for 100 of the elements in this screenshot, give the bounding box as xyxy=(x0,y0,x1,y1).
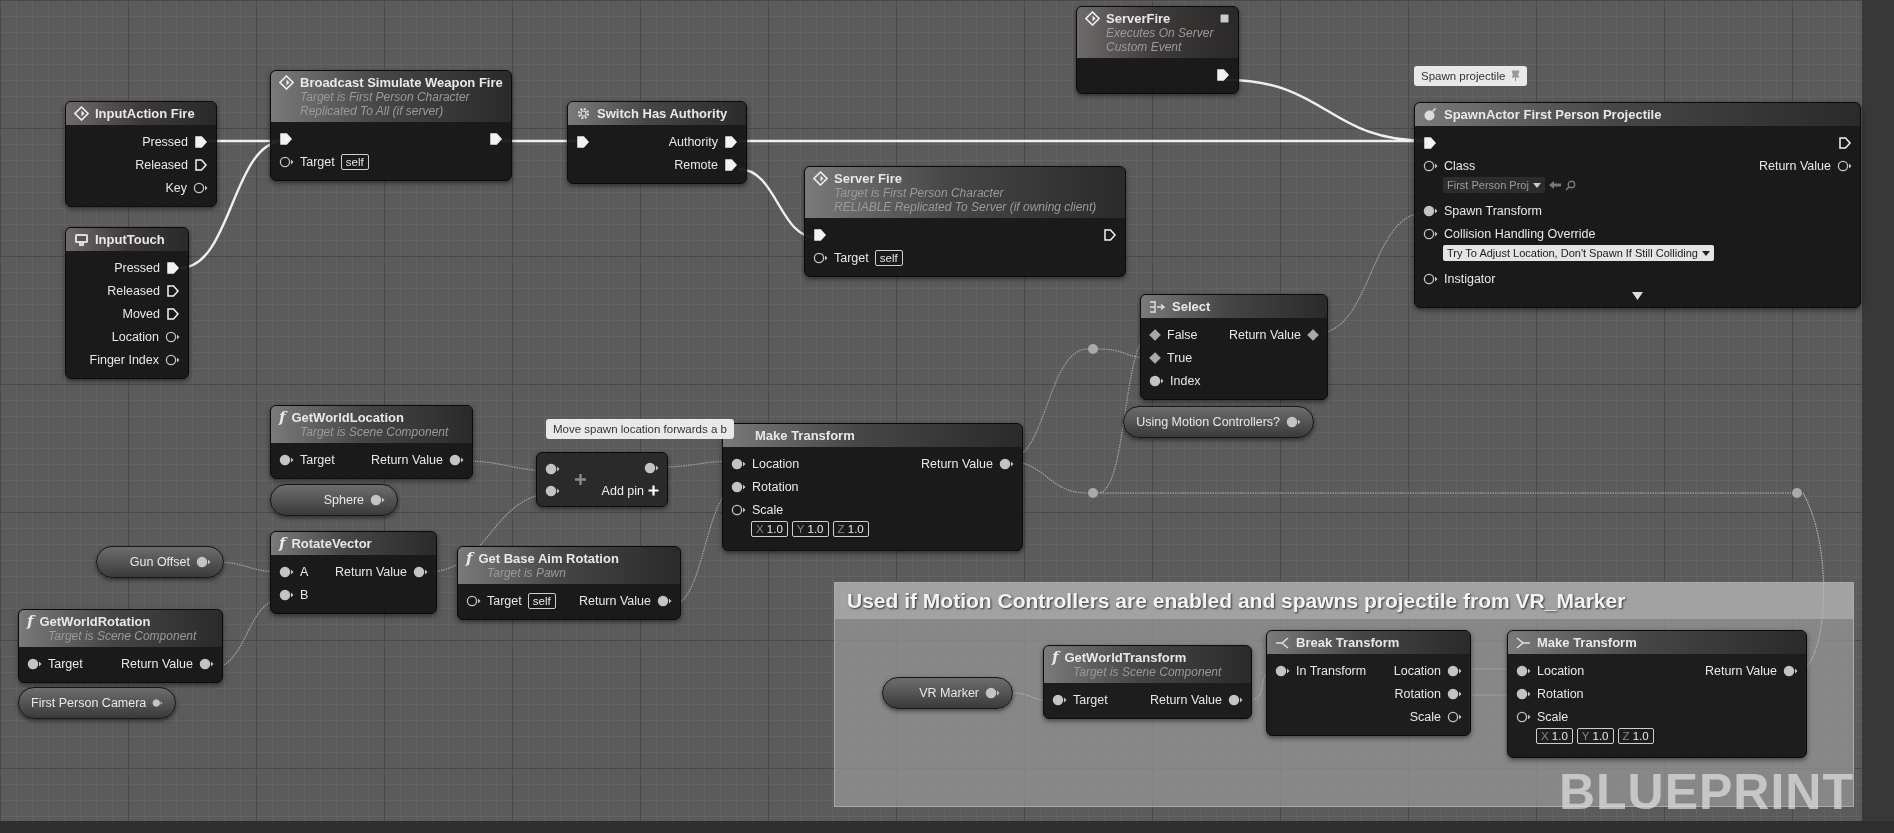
diamond-pin-icon[interactable] xyxy=(1149,351,1161,364)
reroute-knot[interactable] xyxy=(1792,488,1802,498)
variable-name: Sphere xyxy=(323,493,364,507)
data-pin-icon[interactable] xyxy=(731,503,746,516)
data-pin-icon[interactable] xyxy=(1286,416,1301,428)
data-pin-icon[interactable] xyxy=(1837,159,1852,172)
exec-pin-icon[interactable] xyxy=(1423,135,1437,150)
variable-name: Using Motion Controllers? xyxy=(1136,415,1280,429)
exec-pin-icon[interactable] xyxy=(724,157,738,172)
data-pin-icon[interactable] xyxy=(644,461,659,474)
data-pin-icon[interactable] xyxy=(196,556,211,568)
vector-component-field[interactable]: X 1.0 xyxy=(751,521,788,537)
data-pin-icon[interactable] xyxy=(1052,693,1067,706)
data-pin-icon[interactable] xyxy=(193,181,208,194)
exec-pin-icon[interactable] xyxy=(194,157,208,172)
exec-pin-icon[interactable] xyxy=(1216,67,1230,82)
pin-label: B xyxy=(300,587,309,602)
add-pin-button[interactable]: Add pin xyxy=(601,483,659,498)
data-pin-icon[interactable] xyxy=(1149,374,1164,387)
data-pin-icon[interactable] xyxy=(279,155,294,168)
default-value-field[interactable]: self xyxy=(340,153,369,170)
data-pin-icon[interactable] xyxy=(1447,687,1462,700)
data-pin-icon[interactable] xyxy=(1423,204,1438,217)
comment-title: Used if Motion Controllers are enabled and spawns projectile from VR_Marker xyxy=(835,583,1853,619)
caret-icon xyxy=(1532,182,1541,188)
arrow-left-icon[interactable] xyxy=(1548,180,1561,190)
diamond-icon xyxy=(813,171,828,186)
node-title: GetWorldLocation xyxy=(291,410,404,425)
data-pin-icon[interactable] xyxy=(152,697,163,709)
data-pin-icon[interactable] xyxy=(1423,272,1438,285)
exec-pin-icon[interactable] xyxy=(279,131,293,146)
class-dropdown[interactable]: First Person Proj xyxy=(1443,177,1545,193)
data-pin-icon[interactable] xyxy=(449,453,464,466)
node-subtitle: Target is Scene Component xyxy=(299,425,450,439)
data-pin-icon[interactable] xyxy=(1275,664,1290,677)
exec-pin-icon[interactable] xyxy=(576,134,590,149)
exec-pin-icon[interactable] xyxy=(166,283,180,298)
exec-pin-icon[interactable] xyxy=(194,134,208,149)
data-pin-icon[interactable] xyxy=(1423,227,1438,240)
exec-pin-icon[interactable] xyxy=(166,306,180,321)
data-pin-icon[interactable] xyxy=(657,594,672,607)
exec-pin-icon[interactable] xyxy=(813,227,827,242)
data-pin-icon[interactable] xyxy=(165,330,180,343)
vector-component-field[interactable]: Z 1.0 xyxy=(832,521,869,537)
data-pin-icon[interactable] xyxy=(1228,693,1243,706)
data-pin-icon[interactable] xyxy=(279,588,294,601)
data-pin-icon[interactable] xyxy=(545,484,560,497)
reroute-knot[interactable] xyxy=(1088,488,1098,498)
data-pin-icon[interactable] xyxy=(1423,159,1438,172)
data-pin-icon[interactable] xyxy=(1516,664,1531,677)
data-pin-icon[interactable] xyxy=(1516,687,1531,700)
data-pin-icon[interactable] xyxy=(999,457,1014,470)
reroute-knot[interactable] xyxy=(1088,344,1098,354)
pin-label: True xyxy=(1167,350,1193,365)
data-pin-icon[interactable] xyxy=(370,494,385,506)
vector-component-field[interactable]: Z 1.0 xyxy=(1617,728,1654,744)
data-pin-icon[interactable] xyxy=(985,687,1000,699)
data-pin-icon[interactable] xyxy=(731,480,746,493)
data-pin-icon[interactable] xyxy=(27,657,42,670)
data-pin-icon[interactable] xyxy=(813,251,828,264)
data-pin-icon[interactable] xyxy=(731,457,746,470)
node-title: Select xyxy=(1172,299,1211,314)
data-pin-icon[interactable] xyxy=(199,657,214,670)
data-pin-icon[interactable] xyxy=(165,353,180,366)
data-pin-icon[interactable] xyxy=(279,565,294,578)
search-icon[interactable] xyxy=(1564,179,1576,191)
pin-label: Index xyxy=(1170,373,1201,388)
data-pin-icon[interactable] xyxy=(466,594,481,607)
pin-label: Finger Index xyxy=(89,352,159,367)
exec-pin-icon[interactable] xyxy=(1103,227,1117,242)
diamond-pin-icon[interactable] xyxy=(1149,328,1161,341)
exec-pin-icon[interactable] xyxy=(724,134,738,149)
vector-component-field[interactable]: Y 1.0 xyxy=(791,521,829,537)
exec-pin-icon[interactable] xyxy=(1838,135,1852,150)
exec-pin-icon[interactable] xyxy=(489,131,503,146)
collision-dropdown[interactable]: Try To Adjust Location, Don't Spawn If Still Colliding xyxy=(1443,245,1714,261)
data-pin-icon[interactable] xyxy=(279,453,294,466)
pin-label: Spawn Transform xyxy=(1444,203,1542,218)
diamond-pin-icon[interactable] xyxy=(1307,328,1319,341)
data-pin-icon[interactable] xyxy=(1783,664,1798,677)
data-pin-icon[interactable] xyxy=(1516,710,1531,723)
default-value-field[interactable]: self xyxy=(527,592,556,609)
pin-label: Location xyxy=(1537,663,1585,678)
pin-label: Rotation xyxy=(1394,686,1441,701)
exec-pin-icon[interactable] xyxy=(166,260,180,275)
vector-component-field[interactable]: X 1.0 xyxy=(1536,728,1573,744)
expand-arrow-icon[interactable] xyxy=(1632,292,1643,300)
node-title: GetWorldTransform xyxy=(1064,650,1187,665)
vector-component-field[interactable]: Y 1.0 xyxy=(1576,728,1614,744)
bubble-text: Move spawn location forwards a b xyxy=(553,423,727,435)
data-pin-icon[interactable] xyxy=(545,462,560,475)
pin-label: Moved xyxy=(122,306,160,321)
node-title: Break Transform xyxy=(1296,635,1400,650)
default-value-field[interactable]: self xyxy=(874,249,903,266)
node-subtitle: Executes On Server xyxy=(1105,26,1215,40)
data-pin-icon[interactable] xyxy=(413,565,428,578)
data-pin-icon[interactable] xyxy=(1447,664,1462,677)
data-pin-icon[interactable] xyxy=(1447,710,1462,723)
pin-label: Target xyxy=(300,452,335,467)
function-icon: f xyxy=(1052,650,1059,665)
